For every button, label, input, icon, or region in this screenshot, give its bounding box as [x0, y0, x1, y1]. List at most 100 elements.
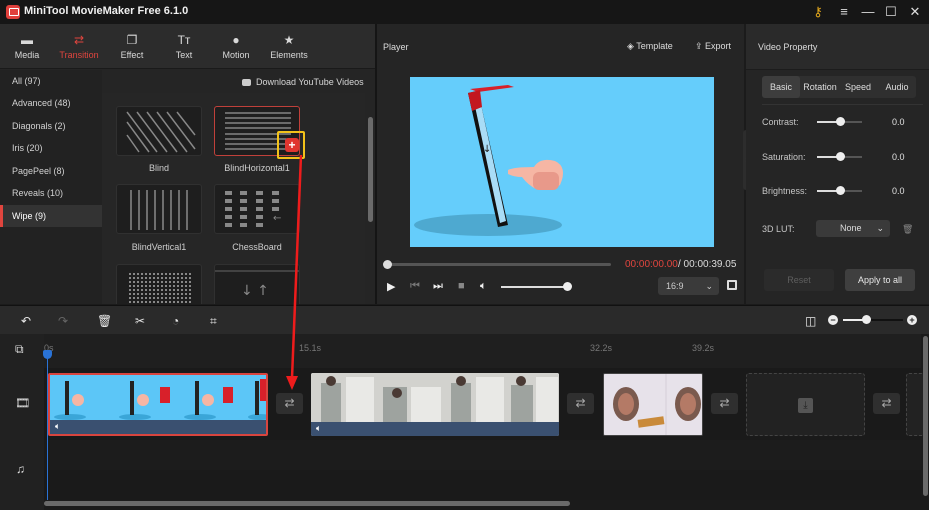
transition-thumb-split[interactable]: ↓ ↑ [214, 264, 300, 304]
video-clip-1[interactable]: 🔈︎ [48, 373, 268, 436]
add-transition-button[interactable]: + [285, 138, 299, 152]
playback-progress-track[interactable] [387, 263, 611, 266]
timeline-zoom-knob[interactable] [862, 315, 871, 324]
previous-frame-button[interactable]: ⏮ [410, 280, 420, 293]
transition-thumb-blind[interactable] [116, 106, 202, 156]
zoom-in-button[interactable]: + [907, 315, 917, 325]
crop-icon[interactable]: ⌗ [210, 314, 217, 329]
trash-icon[interactable]: 🗑︎ [902, 224, 913, 235]
tab-basic[interactable]: Basic [762, 76, 800, 98]
playhead-handle[interactable] [43, 350, 52, 359]
tab-rotation[interactable]: Rotation [800, 76, 840, 98]
clip-audio-bar: 🔈︎ [50, 420, 266, 434]
category-iris[interactable]: Iris (20) [0, 137, 102, 159]
brightness-slider-knob[interactable] [836, 186, 845, 195]
template-button[interactable]: ◈ Template [627, 41, 673, 52]
blind-pattern-icon [126, 111, 196, 153]
redo-icon[interactable]: ↷ [58, 314, 68, 328]
tab-motion[interactable]: ● Motion [209, 24, 263, 69]
delete-icon[interactable]: 🗑︎ [97, 314, 112, 328]
tab-speed[interactable]: Speed [840, 76, 876, 98]
divider [762, 104, 923, 105]
elements-icon: ★ [283, 33, 295, 47]
app-logo-icon [6, 5, 20, 19]
dots-pattern-icon [129, 271, 191, 304]
grid-scrollbar[interactable] [368, 117, 373, 222]
category-all[interactable]: All (97) [0, 70, 102, 92]
transition-slot-1[interactable]: ⇄ [276, 393, 303, 414]
fit-timeline-icon[interactable]: ◫ [805, 314, 816, 328]
ruler-label: 32.2s [590, 343, 613, 353]
tab-transition[interactable]: ⇄ Transition [52, 24, 106, 69]
reset-button[interactable]: Reset [764, 269, 834, 291]
speaker-icon: 🔈︎ [316, 423, 322, 433]
download-youtube-link[interactable]: Download YouTube Videos [242, 77, 364, 87]
playback-progress-knob[interactable] [383, 260, 392, 269]
transition-slot-2[interactable]: ⇄ [567, 393, 594, 414]
transition-thumb-chessboard[interactable]: ← [214, 184, 300, 234]
video-clip-3[interactable] [603, 373, 703, 436]
tab-elements[interactable]: ★ Elements [262, 24, 316, 69]
fullscreen-icon[interactable] [727, 280, 737, 290]
timeline-ruler[interactable] [44, 334, 921, 368]
category-wipe[interactable]: Wipe (9) [0, 205, 102, 227]
volume-slider-track[interactable] [501, 286, 567, 288]
saturation-value: 0.0 [892, 152, 905, 162]
current-time: 00:00:00.00 [625, 259, 678, 270]
property-header: Video Property [746, 24, 929, 70]
clip-thumbnails [54, 379, 266, 420]
menu-icon[interactable]: ≡ [834, 3, 854, 21]
undo-icon[interactable]: ↶ [21, 314, 31, 328]
add-track-icon[interactable]: ⧉ [15, 342, 24, 357]
preview-illustration: ↓ [414, 85, 564, 236]
timeline-toolbar: ↶ ↷ 🗑︎ ✂ ◔ ⌗ ◫ [0, 305, 929, 334]
next-frame-button[interactable]: ⏭ [433, 280, 443, 293]
brightness-label: Brightness: [762, 186, 808, 196]
video-clip-2[interactable]: 🔈︎ [311, 373, 559, 436]
minimize-icon[interactable]: — [858, 3, 878, 21]
vertical-scrollbar[interactable] [923, 336, 928, 496]
export-button[interactable]: ⇪ Export [695, 41, 731, 52]
tab-media[interactable]: ▬ Media [0, 24, 54, 69]
play-button[interactable]: ▶ [387, 280, 395, 293]
empty-clip-slot[interactable]: ⤓ [746, 373, 865, 436]
tab-effect[interactable]: ❐ Effect [105, 24, 159, 69]
stop-button[interactable]: ■ [458, 280, 465, 292]
tab-audio[interactable]: Audio [878, 76, 916, 98]
category-diagonals[interactable]: Diagonals (2) [0, 115, 102, 137]
apply-to-all-button[interactable]: Apply to all [845, 269, 915, 291]
category-advanced[interactable]: Advanced (48) [0, 92, 102, 114]
brightness-value: 0.0 [892, 186, 905, 196]
lut-select[interactable]: None ⌄ [816, 220, 890, 237]
transition-slot-4[interactable]: ⇄ [873, 393, 900, 414]
transition-thumb-dots[interactable] [116, 264, 202, 304]
zoom-out-button[interactable]: − [828, 315, 838, 325]
clip-audio-bar: 🔈︎ [311, 422, 559, 436]
transition-thumb-blindvertical1[interactable] [116, 184, 202, 234]
playhead-line [47, 350, 48, 500]
aspect-ratio-select[interactable]: 16:9 ⌄ [658, 277, 719, 295]
volume-slider-knob[interactable] [563, 282, 572, 291]
transition-slot-3[interactable]: ⇄ [711, 393, 738, 414]
ruler-label: 39.2s [692, 343, 715, 353]
clip-thumbnails [311, 373, 559, 422]
folder-icon: ▬ [21, 33, 33, 47]
tab-text[interactable]: Tт Text [157, 24, 211, 69]
volume-icon[interactable]: 🔈︎ [480, 280, 487, 293]
close-icon[interactable]: ✕ [905, 3, 925, 21]
category-reveals[interactable]: Reveals (10) [0, 182, 102, 204]
export-icon: ⇪ [695, 41, 706, 51]
horizontal-scrollbar[interactable] [44, 501, 570, 506]
title-bar: MiniTool MovieMaker Free 6.1.0 ⚷ ≡ — ☐ ✕ [0, 0, 929, 24]
video-preview[interactable]: ↓ [410, 77, 714, 247]
key-icon[interactable]: ⚷ [808, 3, 828, 21]
saturation-slider-knob[interactable] [836, 152, 845, 161]
svg-text:←: ← [273, 213, 281, 224]
maximize-icon[interactable]: ☐ [881, 3, 901, 21]
transition-icon: ⇄ [73, 33, 85, 47]
contrast-slider-knob[interactable] [836, 117, 845, 126]
split-icon[interactable]: ✂ [135, 314, 145, 328]
speed-icon[interactable]: ◔ [172, 314, 179, 328]
contrast-label: Contrast: [762, 117, 799, 127]
category-pagepeel[interactable]: PagePeel (8) [0, 160, 102, 182]
